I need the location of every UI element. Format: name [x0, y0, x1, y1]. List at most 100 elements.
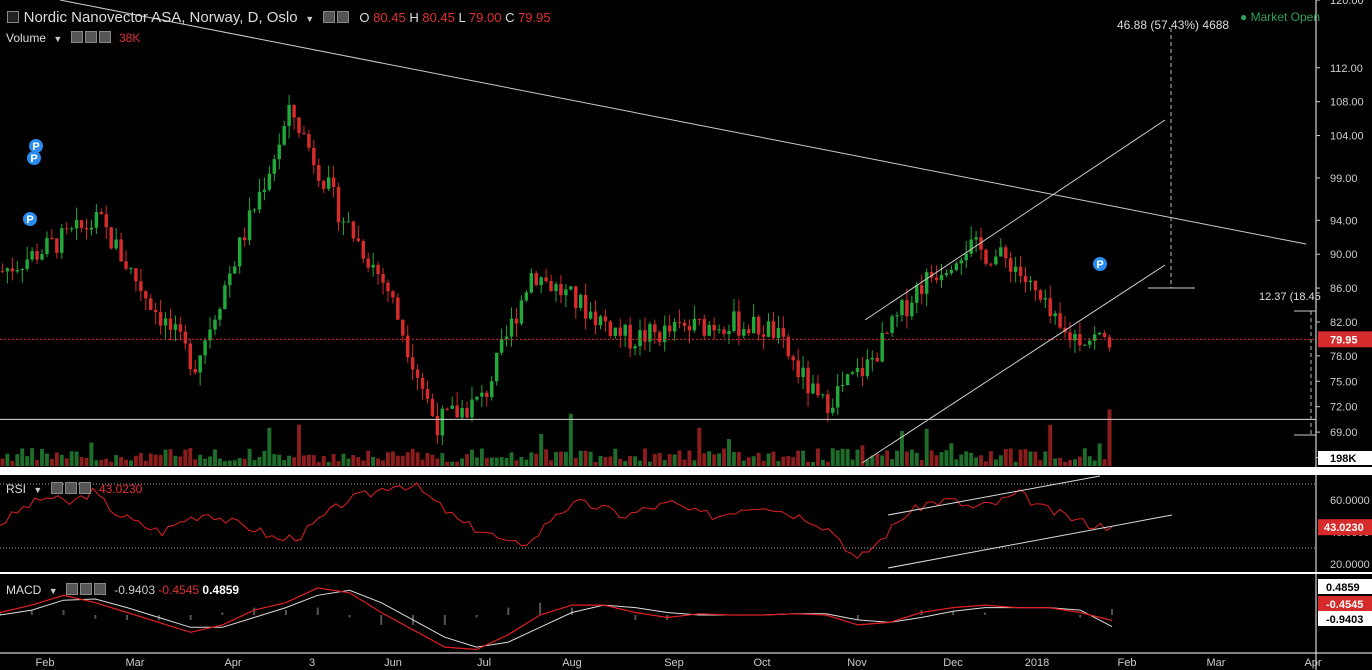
eye-icon[interactable]	[65, 583, 78, 595]
candle-body	[811, 383, 815, 394]
volume-bar	[376, 458, 381, 466]
price-tick-label: 94.00	[1330, 215, 1358, 227]
candle-body	[924, 272, 929, 294]
chevron-down-icon[interactable]: ▼	[305, 14, 314, 24]
volume-bar	[203, 458, 208, 466]
candle-body	[485, 392, 489, 398]
chevron-down-icon[interactable]: ▼	[49, 586, 58, 596]
volume-bar	[227, 460, 232, 466]
volume-bar	[124, 459, 129, 466]
candle-body	[658, 332, 662, 343]
volume-bar	[1068, 460, 1072, 466]
collapse-icon[interactable]	[7, 11, 19, 23]
volume-bar	[1038, 460, 1043, 466]
rsi-label[interactable]: RSI	[6, 482, 26, 496]
symbol-title[interactable]: Nordic Nanovector ASA, Norway, D, Oslo	[24, 9, 298, 26]
candle-body	[1013, 266, 1018, 272]
candle-body	[727, 330, 731, 335]
volume-bar	[835, 450, 840, 466]
volume-bar	[44, 453, 49, 466]
candles-group	[0, 94, 1112, 446]
macd-header: MACD ▼ -0.9403 -0.4545 0.4859	[6, 583, 239, 597]
candle-body	[158, 312, 163, 326]
price-tick-label: 75.00	[1330, 376, 1358, 388]
candle-body	[109, 227, 113, 249]
candle-body	[257, 191, 262, 210]
candle-body	[247, 210, 252, 241]
gear-icon[interactable]	[336, 11, 349, 23]
candle-body	[801, 367, 805, 378]
candle-body	[840, 385, 845, 387]
close-icon[interactable]	[93, 583, 106, 595]
candle-body	[470, 399, 474, 418]
candle-body	[326, 177, 331, 189]
volume-bar	[647, 461, 652, 466]
volume-bar	[830, 448, 835, 466]
candle-body	[262, 189, 267, 192]
time-tick-label: Oct	[753, 657, 770, 669]
candle-body	[732, 311, 736, 331]
gear-icon[interactable]	[79, 583, 92, 595]
volume-bar	[1072, 459, 1077, 466]
volume-bar	[163, 449, 168, 466]
last-price-tag-label: 79.95	[1330, 334, 1358, 346]
volume-bar	[964, 451, 969, 466]
volume-bar	[499, 457, 504, 466]
candle-body	[455, 405, 459, 418]
candle-body	[361, 241, 365, 259]
low-value: 79.00	[468, 10, 502, 25]
volume-bar	[766, 453, 771, 466]
volume-bar	[10, 460, 15, 466]
candle-body	[40, 254, 44, 260]
volume-bar	[405, 452, 410, 466]
macd-label[interactable]: MACD	[6, 583, 41, 597]
candle-body	[756, 316, 761, 335]
volume-label[interactable]: Volume	[6, 31, 46, 45]
eye-icon[interactable]	[50, 482, 63, 494]
candle-body	[450, 405, 454, 409]
candle-body	[504, 336, 509, 339]
candle-body	[139, 281, 143, 292]
candle-body	[430, 398, 435, 416]
candle-body	[1092, 334, 1097, 341]
volume-bar	[1048, 424, 1053, 466]
time-tick-label: Dec	[943, 657, 963, 669]
volume-bar	[1008, 448, 1013, 466]
volume-bar	[983, 461, 988, 466]
time-tick-label: Apr	[1304, 657, 1321, 669]
candle-body	[371, 264, 375, 268]
chevron-down-icon[interactable]: ▼	[33, 485, 42, 495]
eye-icon[interactable]	[322, 11, 335, 23]
volume-bar	[5, 453, 10, 466]
volume-bar	[25, 456, 30, 466]
volume-bar	[949, 443, 954, 466]
candle-body	[781, 328, 786, 337]
candle-body	[465, 408, 469, 418]
volume-bar	[988, 451, 993, 466]
gear-icon[interactable]	[64, 482, 77, 494]
chart-canvas[interactable]: 66.0069.0072.0075.0078.0082.0086.0090.00…	[0, 0, 1372, 670]
rsi-trend-upper	[887, 475, 1101, 516]
eye-icon[interactable]	[70, 31, 83, 43]
chevron-down-icon[interactable]: ▼	[53, 34, 62, 44]
candle-body	[603, 316, 608, 322]
volume-bar	[514, 460, 519, 466]
time-tick-label: Nov	[847, 657, 867, 669]
volume-bar	[682, 459, 687, 466]
volume-bar	[1033, 451, 1038, 466]
close-icon[interactable]	[98, 31, 111, 43]
volume-bar	[346, 458, 351, 466]
candle-body	[223, 285, 227, 310]
candle-body	[198, 355, 202, 373]
volume-bar	[672, 454, 677, 466]
time-tick-label: Sep	[664, 657, 684, 669]
volume-bar	[188, 448, 193, 466]
candle-body	[653, 324, 657, 333]
volume-bar	[183, 449, 188, 466]
candle-body	[188, 343, 193, 370]
close-icon[interactable]	[78, 482, 91, 494]
candle-body	[302, 132, 306, 135]
volume-bar	[890, 459, 895, 466]
gear-icon[interactable]	[84, 31, 97, 43]
volume-bar	[390, 451, 395, 466]
